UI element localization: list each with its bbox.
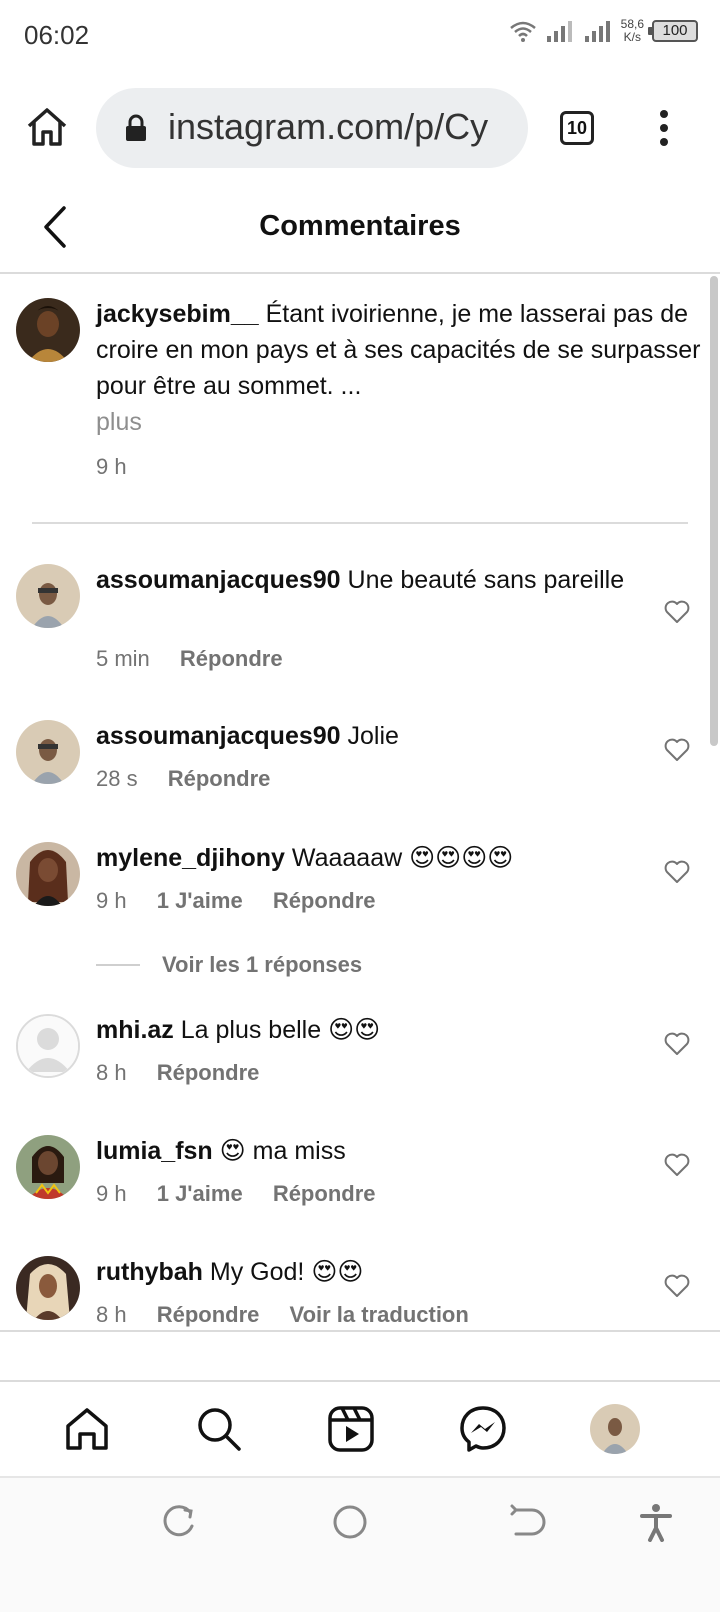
avatar[interactable] <box>16 564 80 628</box>
heart-icon[interactable] <box>664 1274 690 1298</box>
reply-button[interactable]: Répondre <box>273 888 376 913</box>
tab-switcher-button[interactable]: 10 <box>560 111 594 145</box>
reply-button[interactable]: Répondre <box>180 646 283 671</box>
comment-text: lumia_fsn 😍 ma miss <box>96 1133 636 1169</box>
timestamp: 28 s <box>96 766 138 791</box>
kebab-menu-icon[interactable] <box>656 108 672 148</box>
network-speed-unit: K/s <box>623 30 641 44</box>
username-link[interactable]: ruthybah <box>96 1258 203 1286</box>
timestamp: 8 h <box>96 1302 127 1327</box>
timestamp: 9 h <box>96 1181 127 1206</box>
battery-indicator: 100 <box>648 20 698 42</box>
avatar[interactable] <box>16 842 80 906</box>
search-icon[interactable] <box>194 1404 244 1454</box>
heart-icon[interactable] <box>664 738 690 762</box>
page-title: Commentaires <box>259 210 461 242</box>
avatar[interactable] <box>16 1014 80 1078</box>
timestamp: 9 h <box>96 888 127 913</box>
wifi-icon <box>509 21 536 42</box>
divider <box>32 522 688 524</box>
system-home-icon[interactable] <box>330 1502 370 1542</box>
system-back-icon[interactable] <box>506 1502 546 1542</box>
comment-input-divider <box>0 1330 720 1332</box>
comment-text: mylene_djihony Waaaaaw 😍😍😍😍 <box>96 840 636 876</box>
view-replies-label[interactable]: Voir les 1 réponses <box>162 952 362 978</box>
recent-apps-icon[interactable] <box>158 1502 198 1542</box>
comment-body: La plus belle <box>180 1016 322 1044</box>
status-icons: 58,6 K/s 100 <box>509 18 698 44</box>
system-navigation-bar <box>0 1476 720 1612</box>
username-link[interactable]: jackysebim__ <box>96 300 259 328</box>
comment-text: ruthybah My God! 😍😍 <box>96 1254 636 1290</box>
timestamp: 8 h <box>96 1060 127 1085</box>
status-time: 06:02 <box>24 20 90 50</box>
comment-body: ma miss <box>252 1137 346 1165</box>
heart-icon[interactable] <box>664 860 690 884</box>
emoji-text: 😍😍 <box>328 1016 381 1044</box>
comment-body: Une beauté sans pareille <box>347 566 625 594</box>
caption-text: jackysebim__ Étant ivoirienne, je me las… <box>96 296 706 404</box>
heart-icon[interactable] <box>664 1153 690 1177</box>
reply-button[interactable]: Répondre <box>168 766 271 791</box>
comment-meta: 5 min Répondre <box>96 646 307 672</box>
browser-toolbar: instagram.com/p/Cy 10 <box>0 76 720 180</box>
comment-meta: 28 s Répondre <box>96 766 294 792</box>
more-link[interactable]: plus <box>96 408 142 437</box>
username-link[interactable]: mhi.az <box>96 1016 174 1044</box>
comment-body: Waaaaaw <box>291 844 403 872</box>
emoji-text: 😍😍😍😍 <box>409 844 514 872</box>
signal-icon-2 <box>584 21 610 42</box>
emoji-text: 😍😍 <box>311 1258 364 1286</box>
scrollbar[interactable] <box>710 276 718 746</box>
username-link[interactable]: assoumanjacques90 <box>96 722 341 750</box>
avatar[interactable] <box>16 1256 80 1320</box>
messenger-icon[interactable] <box>458 1404 508 1454</box>
status-bar: 06:02 58,6 K/s 100 <box>0 0 720 76</box>
reply-button[interactable]: Répondre <box>157 1060 260 1085</box>
emoji-text: 😍 <box>219 1137 246 1165</box>
bottom-navigation <box>0 1380 720 1476</box>
translate-button[interactable]: Voir la traduction <box>290 1302 469 1327</box>
avatar[interactable] <box>16 298 80 362</box>
comment-body: Jolie <box>347 722 399 750</box>
username-link[interactable]: lumia_fsn <box>96 1137 213 1165</box>
signal-icon <box>546 21 572 42</box>
comments-header: Commentaires <box>0 180 720 274</box>
view-replies-button[interactable]: Voir les 1 réponses <box>96 950 362 980</box>
likes-count[interactable]: 1 J'aime <box>157 1181 243 1206</box>
heart-icon[interactable] <box>664 1032 690 1056</box>
url-text[interactable]: instagram.com/p/Cy <box>168 106 488 148</box>
comment-meta: 9 h 1 J'aime Répondre <box>96 888 400 914</box>
comment-text: assoumanjacques90 Une beauté sans pareil… <box>96 562 636 598</box>
avatar[interactable] <box>16 720 80 784</box>
accessibility-icon[interactable] <box>636 1502 676 1542</box>
home-icon[interactable] <box>24 104 70 150</box>
avatar[interactable] <box>16 1135 80 1199</box>
network-speed: 58,6 K/s <box>621 18 644 44</box>
profile-avatar[interactable] <box>590 1404 640 1454</box>
replies-line <box>96 964 140 966</box>
comment-text: assoumanjacques90 Jolie <box>96 718 636 754</box>
lock-icon <box>126 114 146 141</box>
likes-count[interactable]: 1 J'aime <box>157 888 243 913</box>
heart-icon[interactable] <box>664 600 690 624</box>
reels-icon[interactable] <box>326 1404 376 1454</box>
timestamp: 9 h <box>96 454 127 479</box>
comment-body: My God! <box>209 1258 305 1286</box>
username-link[interactable]: assoumanjacques90 <box>96 566 341 594</box>
comment-meta: 9 h 1 J'aime Répondre <box>96 1181 400 1207</box>
address-bar[interactable]: instagram.com/p/Cy <box>96 88 528 168</box>
timestamp: 5 min <box>96 646 150 671</box>
comment-text: mhi.az La plus belle 😍😍 <box>96 1012 636 1048</box>
username-link[interactable]: mylene_djihony <box>96 844 285 872</box>
reply-button[interactable]: Répondre <box>157 1302 260 1327</box>
comment-meta: 8 h Répondre <box>96 1060 283 1086</box>
comment-meta: 8 h Répondre Voir la traduction <box>96 1302 493 1328</box>
home-icon[interactable] <box>62 1404 112 1454</box>
reply-button[interactable]: Répondre <box>273 1181 376 1206</box>
